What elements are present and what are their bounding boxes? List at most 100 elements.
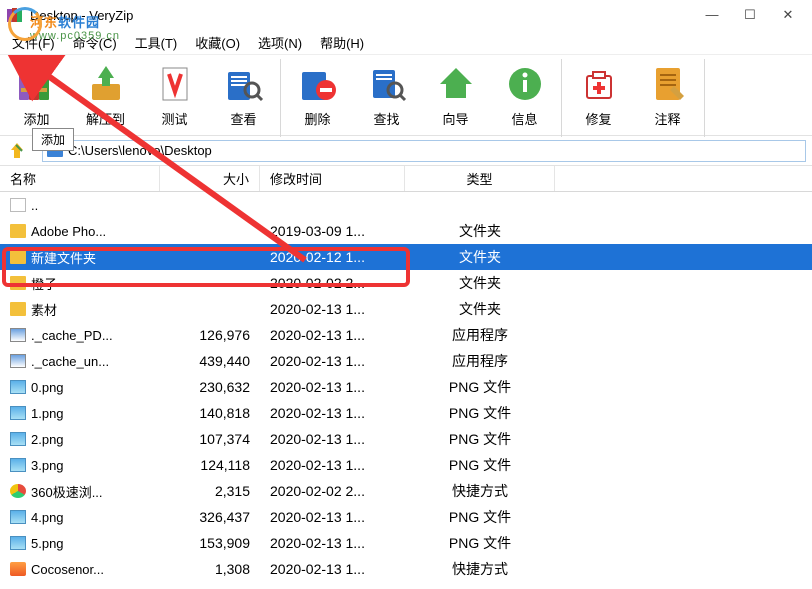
file-type: 快捷方式	[405, 559, 555, 579]
extract-button[interactable]: 解压到	[71, 59, 140, 137]
file-type: 文件夹	[405, 299, 555, 319]
png-icon	[10, 510, 26, 524]
file-row[interactable]: 新建文件夹2020-02-12 1...文件夹	[0, 244, 812, 270]
file-row[interactable]: 5.png153,9092020-02-13 1...PNG 文件	[0, 530, 812, 556]
exe-icon	[10, 354, 26, 368]
file-row[interactable]: 素材 2020-02-13 1...文件夹	[0, 296, 812, 322]
exe-icon	[10, 328, 26, 342]
file-type: PNG 文件	[405, 533, 555, 553]
up-icon[interactable]	[6, 140, 34, 162]
menubar: 文件(F) 命令(C) 工具(T) 收藏(O) 选项(N) 帮助(H)	[0, 30, 812, 54]
path-field[interactable]: C:\Users\lenovo\Desktop	[42, 140, 806, 162]
view-button[interactable]: 查看	[209, 59, 278, 137]
file-row[interactable]: 橙子2020-02-02 2...文件夹	[0, 270, 812, 296]
file-size: 126,976	[160, 327, 260, 343]
file-size: 124,118	[160, 457, 260, 473]
file-name: 0.png	[31, 380, 64, 395]
file-name: 2.png	[31, 432, 64, 447]
file-name: ..	[31, 198, 38, 213]
menu-help[interactable]: 帮助(H)	[320, 33, 364, 52]
file-name: 新建文件夹	[31, 248, 96, 267]
file-size: 107,374	[160, 431, 260, 447]
png-icon	[10, 536, 26, 550]
repair-button[interactable]: 修复	[564, 59, 633, 137]
png-icon	[10, 406, 26, 420]
file-name: 3.png	[31, 458, 64, 473]
header-name[interactable]: 名称	[0, 166, 160, 191]
minimize-button[interactable]: —	[702, 7, 722, 23]
header-size[interactable]: 大小	[160, 166, 260, 191]
app-icon	[6, 6, 24, 24]
file-date: 2020-02-13 1...	[260, 509, 405, 525]
file-date: 2020-02-13 1...	[260, 535, 405, 551]
file-type: 文件夹	[405, 221, 555, 241]
repair-icon	[577, 62, 621, 106]
menu-file[interactable]: 文件(F)	[12, 33, 55, 52]
file-name: Cocosenor...	[31, 562, 104, 577]
address-bar: C:\Users\lenovo\Desktop	[0, 136, 812, 166]
file-type: 应用程序	[405, 325, 555, 345]
delete-icon	[296, 62, 340, 106]
file-size: 230,632	[160, 379, 260, 395]
info-button[interactable]: 信息	[490, 59, 559, 137]
wizard-button[interactable]: 向导	[421, 59, 490, 137]
file-row[interactable]: 4.png 326,4372020-02-13 1...PNG 文件	[0, 504, 812, 530]
header-type[interactable]: 类型	[405, 166, 555, 191]
updir-icon	[10, 198, 26, 212]
file-type: 文件夹	[405, 273, 555, 293]
wizard-icon	[434, 62, 478, 106]
view-icon	[222, 62, 266, 106]
menu-tools[interactable]: 工具(T)	[135, 33, 178, 52]
add-button[interactable]: 添加	[2, 59, 71, 137]
file-size: 439,440	[160, 353, 260, 369]
file-date: 2020-02-13 1...	[260, 301, 405, 317]
file-row[interactable]: Cocosenor...1,3082020-02-13 1...快捷方式	[0, 556, 812, 582]
file-row[interactable]: 3.png124,1182020-02-13 1...PNG 文件	[0, 452, 812, 478]
info-icon	[503, 62, 547, 106]
delete-button[interactable]: 删除	[283, 59, 352, 137]
window-titlebar: Desktop - VeryZip — ☐ ✕	[0, 0, 812, 30]
file-date: 2020-02-13 1...	[260, 561, 405, 577]
find-icon	[365, 62, 409, 106]
file-name: Adobe Pho...	[31, 224, 106, 239]
header-date[interactable]: 修改时间	[260, 166, 405, 191]
png-icon	[10, 432, 26, 446]
menu-command[interactable]: 命令(C)	[73, 33, 117, 52]
menu-options[interactable]: 选项(N)	[258, 33, 302, 52]
extract-icon	[84, 62, 128, 106]
file-name: 素材	[31, 300, 57, 319]
comment-icon	[646, 62, 690, 106]
file-name: ._cache_un...	[31, 354, 109, 369]
chrome-icon	[10, 484, 26, 498]
file-type: PNG 文件	[405, 507, 555, 527]
file-size: 153,909	[160, 535, 260, 551]
file-type: 应用程序	[405, 351, 555, 371]
file-type: PNG 文件	[405, 455, 555, 475]
file-date: 2020-02-13 1...	[260, 353, 405, 369]
file-row[interactable]: 2.png107,3742020-02-13 1...PNG 文件	[0, 426, 812, 452]
maximize-button[interactable]: ☐	[740, 7, 760, 23]
file-row[interactable]: Adobe Pho...2019-03-09 1...文件夹	[0, 218, 812, 244]
folder-icon	[10, 276, 26, 290]
cs-icon	[10, 562, 26, 576]
png-icon	[10, 458, 26, 472]
file-row[interactable]: ._cache_un... 439,4402020-02-13 1...应用程序	[0, 348, 812, 374]
file-date: 2020-02-13 1...	[260, 327, 405, 343]
file-row[interactable]: ._cache_PD...126,9762020-02-13 1...应用程序	[0, 322, 812, 348]
file-type: 文件夹	[405, 247, 555, 267]
file-row[interactable]: ..	[0, 192, 812, 218]
folder-icon	[10, 302, 26, 316]
file-size: 326,437	[160, 509, 260, 525]
file-row[interactable]: 0.png230,6322020-02-13 1...PNG 文件	[0, 374, 812, 400]
file-name: 4.png	[31, 510, 64, 525]
comment-button[interactable]: 注释	[633, 59, 702, 137]
test-icon	[153, 62, 197, 106]
find-button[interactable]: 查找	[352, 59, 421, 137]
test-button[interactable]: 测试	[140, 59, 209, 137]
file-row[interactable]: 1.png140,8182020-02-13 1...PNG 文件	[0, 400, 812, 426]
file-date: 2020-02-13 1...	[260, 405, 405, 421]
file-list: ..Adobe Pho...2019-03-09 1...文件夹新建文件夹202…	[0, 192, 812, 582]
menu-favorites[interactable]: 收藏(O)	[195, 33, 240, 52]
close-button[interactable]: ✕	[778, 7, 798, 23]
file-row[interactable]: 360极速浏...2,3152020-02-02 2...快捷方式	[0, 478, 812, 504]
